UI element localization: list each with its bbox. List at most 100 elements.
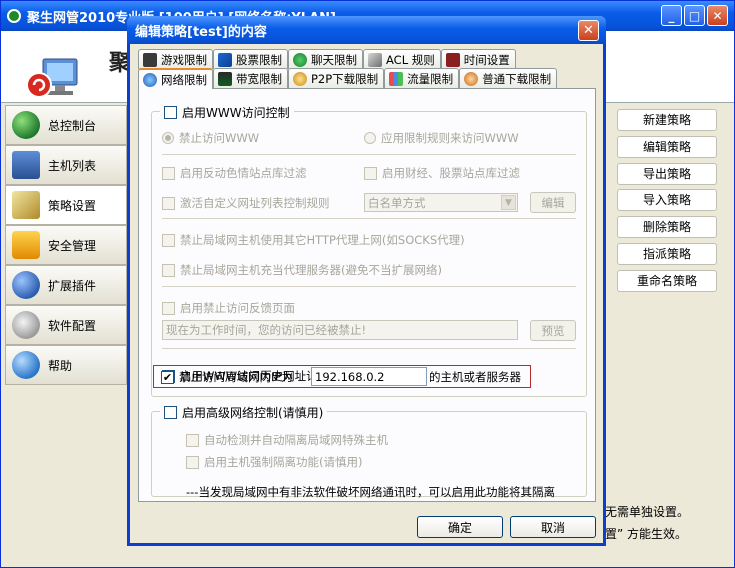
deny-www-radio[interactable]	[162, 132, 174, 144]
wrench-icon	[12, 311, 40, 339]
filter-porn-checkbox[interactable]	[162, 166, 175, 180]
stock-icon	[218, 52, 232, 67]
bandwidth-icon	[218, 71, 232, 86]
separator	[162, 286, 576, 287]
import-policy-button[interactable]: 导入策略	[617, 189, 717, 212]
sidebar-item-software-config[interactable]: 软件配置	[5, 305, 127, 345]
block-proxy-use-checkbox[interactable]	[162, 233, 175, 247]
custom-rule-row[interactable]: 激活自定义网址列表控制规则	[162, 195, 330, 211]
rename-policy-button[interactable]: 重命名策略	[617, 269, 717, 292]
filter-finance-checkbox[interactable]	[364, 166, 377, 180]
ok-button[interactable]: 确定	[417, 516, 503, 538]
filter-porn-label: 启用反动色情站点库过滤	[180, 166, 307, 180]
network-icon	[143, 72, 157, 87]
whitelist-mode-value: 白名单方式	[368, 195, 426, 210]
tab-stock-limit[interactable]: 股票限制	[213, 49, 288, 69]
feedback-page-row[interactable]: 启用禁止访问反馈页面	[162, 300, 295, 316]
maximize-button[interactable]: □	[684, 5, 705, 26]
filter-finance-row[interactable]: 启用财经、股票站点库过滤	[364, 165, 520, 181]
tab-download-limit[interactable]: 普通下载限制	[459, 68, 558, 88]
block-ip-input[interactable]: 192.168.0.2	[311, 367, 427, 386]
block-proxy-server-checkbox[interactable]	[162, 263, 175, 277]
sidebar-item-help[interactable]: 帮助	[5, 345, 127, 385]
app-icon	[7, 9, 21, 23]
sidebar-item-console[interactable]: 总控制台	[5, 105, 127, 145]
sidebar-item-hosts[interactable]: 主机列表	[5, 145, 127, 185]
filter-finance-label: 启用财经、股票站点库过滤	[382, 166, 520, 180]
tab-chat-limit[interactable]: 聊天限制	[288, 49, 363, 69]
tab-time-settings[interactable]: 时间设置	[440, 49, 516, 69]
logo-icon	[26, 58, 78, 98]
feedback-text-input[interactable]: 现在为工作时间，您的访问已经被禁止!	[162, 320, 518, 340]
custom-rule-checkbox[interactable]	[162, 196, 175, 210]
sidebar-item-label: 主机列表	[48, 158, 97, 173]
whitelist-mode-select[interactable]: 白名单方式 ▼	[364, 193, 518, 212]
tab-bandwidth-limit[interactable]: 带宽限制	[213, 68, 288, 88]
block-ip-checkbox[interactable]: ✔	[161, 370, 174, 384]
download-icon	[464, 71, 479, 86]
dialog-close-button[interactable]: ✕	[578, 20, 599, 41]
deny-www-radio-row[interactable]: 禁止访问WWW	[162, 130, 259, 146]
tab-label: P2P下载限制	[311, 71, 379, 86]
auto-detect-checkbox[interactable]	[186, 433, 199, 447]
tab-label: 游戏限制	[161, 52, 207, 67]
cancel-button[interactable]: 取消	[510, 516, 596, 538]
game-icon	[143, 52, 157, 67]
force-isolate-label: 启用主机强制隔离功能(请慎用)	[204, 455, 363, 469]
block-proxy-server-label: 禁止局域网主机充当代理服务器(避免不当扩展网络)	[180, 263, 442, 277]
assign-policy-button[interactable]: 指派策略	[617, 242, 717, 265]
minimize-button[interactable]: _	[661, 5, 682, 26]
tab-label: 股票限制	[236, 52, 282, 67]
rule-www-radio-row[interactable]: 应用限制规则来访问WWW	[364, 130, 519, 146]
filter-porn-row[interactable]: 启用反动色情站点库过滤	[162, 165, 307, 181]
deny-www-label: 禁止访问WWW	[179, 131, 260, 145]
sidebar-item-label: 扩展插件	[48, 278, 97, 293]
edit-policy-button[interactable]: 编辑策略	[617, 135, 717, 158]
tab-label: 时间设置	[463, 52, 510, 67]
tab-game-limit[interactable]: 游戏限制	[138, 49, 213, 69]
feedback-page-checkbox[interactable]	[162, 301, 175, 315]
sidebar-item-label: 策略设置	[48, 198, 97, 213]
chevron-down-icon: ▼	[501, 195, 516, 210]
force-isolate-checkbox[interactable]	[186, 455, 199, 469]
custom-rule-label: 激活自定义网址列表控制规则	[180, 196, 330, 210]
new-policy-button[interactable]: 新建策略	[617, 109, 717, 131]
auto-detect-row[interactable]: 自动检测并自动隔离局域网特殊主机	[186, 432, 388, 448]
isolation-note: ---当发现局域网中有非法软件破坏网络通讯时，可以启用此功能将其隔离	[186, 485, 555, 499]
force-isolate-row[interactable]: 启用主机强制隔离功能(请慎用)	[186, 454, 362, 470]
block-proxy-use-label: 禁止局域网主机使用其它HTTP代理上网(如SOCKS代理)	[180, 233, 465, 247]
tab-traffic-limit[interactable]: 流量限制	[384, 68, 460, 88]
window-controls: _ □ ✕	[661, 5, 728, 26]
enable-www-checkbox[interactable]	[164, 106, 177, 119]
sidebar-item-security[interactable]: 安全管理	[5, 225, 127, 265]
separator	[162, 348, 576, 349]
tab-network-limit[interactable]: 网络限制	[138, 68, 213, 89]
tab-label: 带宽限制	[236, 71, 282, 86]
sidebar-item-policy[interactable]: 策略设置	[5, 185, 127, 225]
p2p-icon	[293, 71, 307, 86]
clock-icon	[445, 52, 460, 67]
tab-label: ACL 规则	[386, 52, 435, 67]
tab-p2p-limit[interactable]: P2P下载限制	[288, 68, 385, 88]
block-proxy-use-row[interactable]: 禁止局域网主机使用其它HTTP代理上网(如SOCKS代理)	[162, 232, 465, 248]
block-proxy-server-row[interactable]: 禁止局域网主机充当代理服务器(避免不当扩展网络)	[162, 262, 442, 278]
tab-label: 聊天限制	[311, 52, 357, 67]
acl-icon	[368, 52, 382, 67]
sidebar-item-plugins[interactable]: 扩展插件	[5, 265, 127, 305]
separator	[162, 154, 576, 155]
export-policy-button[interactable]: 导出策略	[617, 162, 717, 185]
lock-icon	[12, 231, 40, 259]
tab-label: 流量限制	[407, 71, 454, 86]
delete-policy-button[interactable]: 删除策略	[617, 216, 717, 239]
background-hint-1: 无需单独设置。	[605, 505, 690, 519]
enable-www-label: 启用WWW访问控制	[182, 106, 290, 120]
www-control-header: 启用WWW访问控制	[160, 104, 294, 121]
tab-acl-rules[interactable]: ACL 规则	[363, 49, 441, 69]
edit-list-button[interactable]: 编辑	[530, 192, 576, 213]
preview-button[interactable]: 预览	[530, 320, 576, 341]
close-button[interactable]: ✕	[707, 5, 728, 26]
enable-advanced-checkbox[interactable]	[164, 406, 177, 419]
block-ip-suffix-row: 的主机或者服务器	[429, 369, 521, 385]
rule-www-radio[interactable]	[364, 132, 376, 144]
sidebar-item-label: 总控制台	[48, 118, 97, 133]
